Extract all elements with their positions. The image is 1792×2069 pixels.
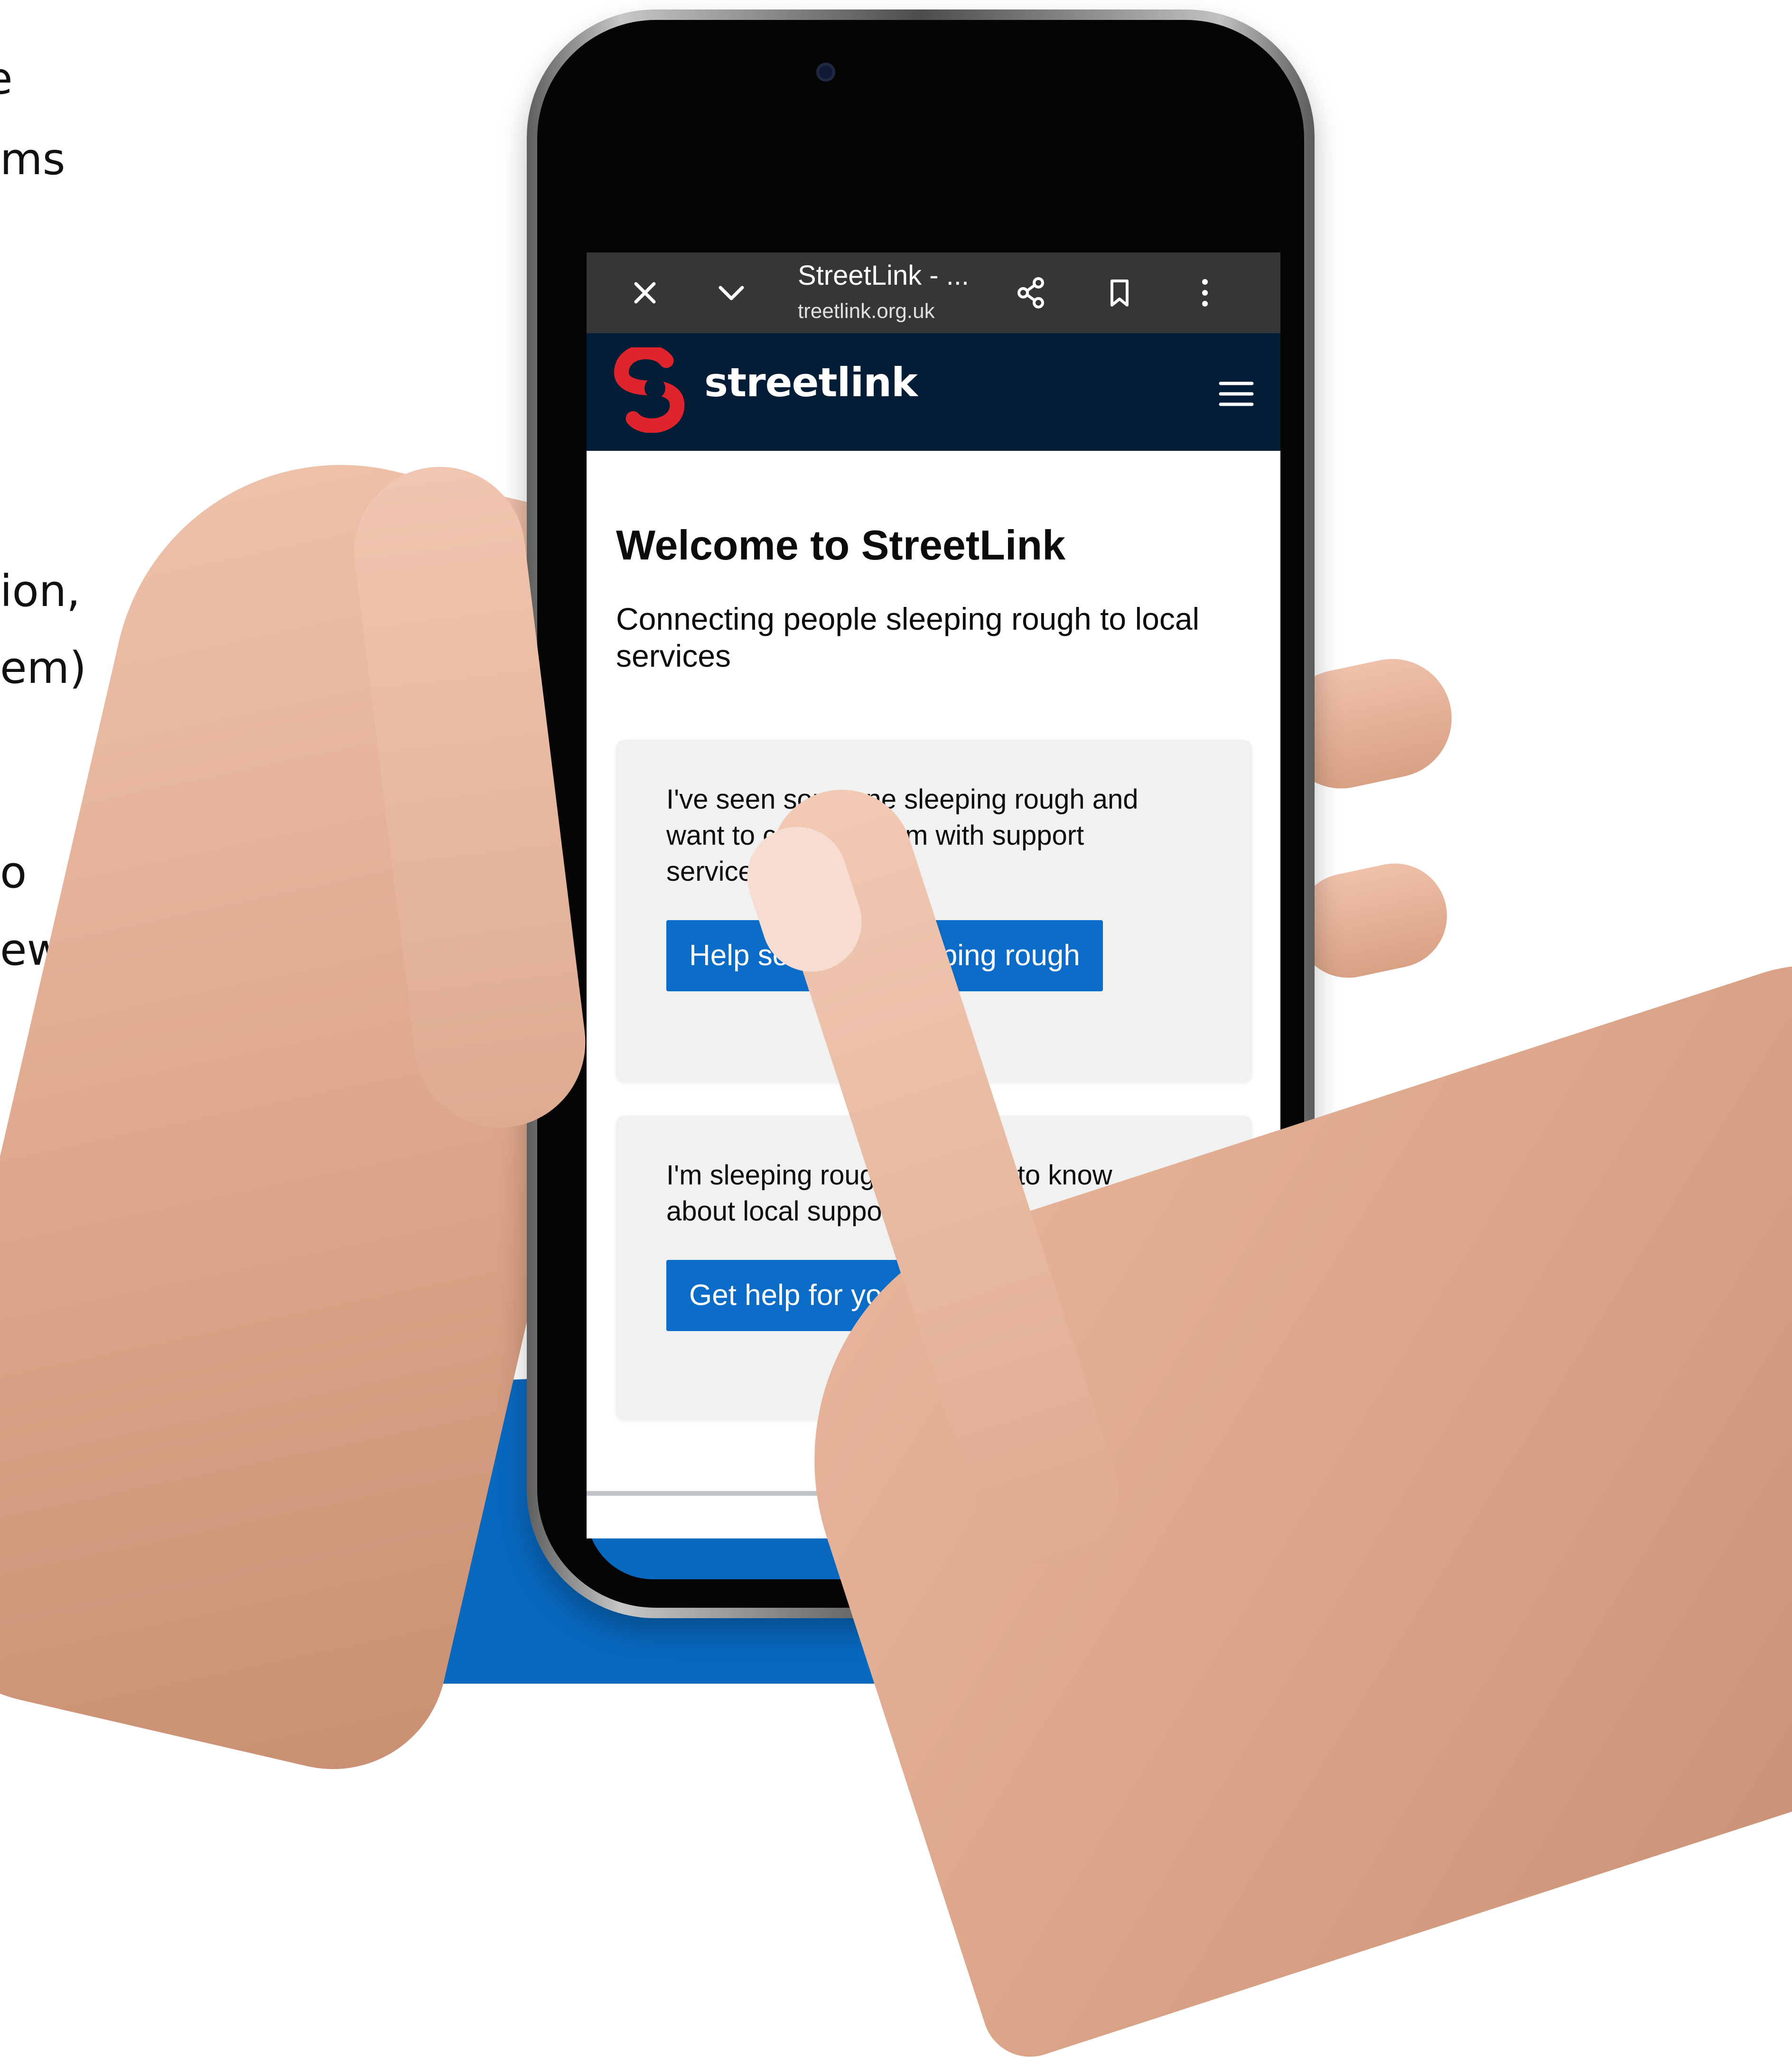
front-camera [816, 63, 835, 82]
streetlink-logo-icon[interactable] [610, 347, 689, 433]
share-icon[interactable] [1015, 276, 1048, 309]
background-text-fragment: ms [0, 134, 65, 185]
browser-toolbar: StreetLink - ... treetlink.org.uk [587, 252, 1280, 333]
browser-tab-title: StreetLink - ... [798, 260, 970, 291]
background-text-fragment: em) [0, 643, 87, 693]
site-logo-text[interactable]: streetlink [704, 359, 918, 406]
close-icon[interactable] [628, 276, 662, 309]
background-text-fragment: e [0, 57, 13, 101]
site-header: streetlink [587, 333, 1280, 451]
card-description: I've seen someone sleeping rough and wan… [666, 784, 1139, 887]
page-title: Welcome to StreetLink [616, 522, 1066, 569]
bookmark-icon[interactable] [1103, 276, 1136, 309]
background-text-fragment: o [0, 847, 27, 898]
more-vertical-icon[interactable] [1188, 276, 1222, 309]
page-subtitle: Connecting people sleeping rough to loca… [616, 601, 1200, 673]
background-text-fragment: ion, [0, 566, 81, 616]
browser-url[interactable]: treetlink.org.uk [798, 298, 935, 325]
hamburger-icon[interactable] [1219, 379, 1254, 409]
chevron-down-icon[interactable] [715, 276, 748, 309]
